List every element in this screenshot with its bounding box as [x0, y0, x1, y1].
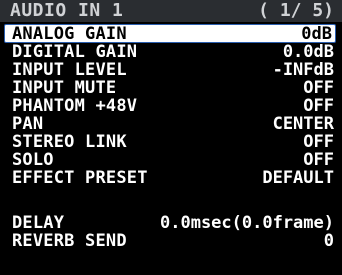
- menu-item-stereo-link[interactable]: STEREO LINK OFF: [0, 133, 342, 151]
- menu-item-value: DEFAULT: [262, 168, 334, 188]
- menu-item-value: 0.0msec(0.0frame): [160, 213, 334, 233]
- menu-item-label: DELAY: [12, 213, 65, 233]
- menu-item-label: SOLO: [12, 150, 54, 170]
- menu-item-effect-preset[interactable]: EFFECT PRESET DEFAULT: [0, 169, 342, 187]
- menu-item-value: -INFdB: [272, 60, 334, 80]
- menu-item-label: INPUT LEVEL: [12, 60, 127, 80]
- menu-item-label: PAN: [12, 114, 44, 134]
- menu-item-value: OFF: [303, 96, 334, 116]
- menu-item-analog-gain[interactable]: ANALOG GAIN 0dB: [0, 24, 342, 44]
- menu-item-label: PHANTOM +48V: [12, 96, 138, 116]
- menu-item-label: DIGITAL GAIN: [12, 42, 138, 62]
- menu-item-input-mute[interactable]: INPUT MUTE OFF: [0, 79, 342, 97]
- audio-in-menu-screen: AUDIO IN 1 ( 1/ 5) ANALOG GAIN 0dB DIGIT…: [0, 0, 342, 275]
- menu-item-value: 0dB: [301, 24, 332, 44]
- menu-item-delay[interactable]: DELAY 0.0msec(0.0frame): [0, 214, 342, 232]
- menu-item-solo[interactable]: SOLO OFF: [0, 151, 342, 169]
- menu-header: AUDIO IN 1 ( 1/ 5): [0, 0, 342, 22]
- menu-item-value: 0: [323, 231, 334, 251]
- menu-title: AUDIO IN 1: [10, 0, 124, 21]
- menu-item-value: CENTER: [272, 114, 334, 134]
- menu-item-label: REVERB SEND: [12, 231, 127, 251]
- menu-item-value: 0.0dB: [282, 42, 334, 62]
- menu-item-label: STEREO LINK: [12, 132, 127, 152]
- menu-item-digital-gain[interactable]: DIGITAL GAIN 0.0dB: [0, 43, 342, 61]
- menu-item-pan[interactable]: PAN CENTER: [0, 115, 342, 133]
- menu-item-phantom-48v[interactable]: PHANTOM +48V OFF: [0, 97, 342, 115]
- menu-item-value: OFF: [303, 150, 334, 170]
- menu-item-value: OFF: [303, 132, 334, 152]
- menu-item-label: INPUT MUTE: [12, 78, 117, 98]
- menu-item-reverb-send[interactable]: REVERB SEND 0: [0, 232, 342, 250]
- menu-item-label: ANALOG GAIN: [12, 24, 127, 44]
- menu-item-label: EFFECT PRESET: [12, 168, 148, 188]
- menu-item-value: OFF: [303, 78, 334, 98]
- page-indicator: ( 1/ 5): [258, 0, 334, 21]
- menu-item-input-level[interactable]: INPUT LEVEL -INFdB: [0, 61, 342, 79]
